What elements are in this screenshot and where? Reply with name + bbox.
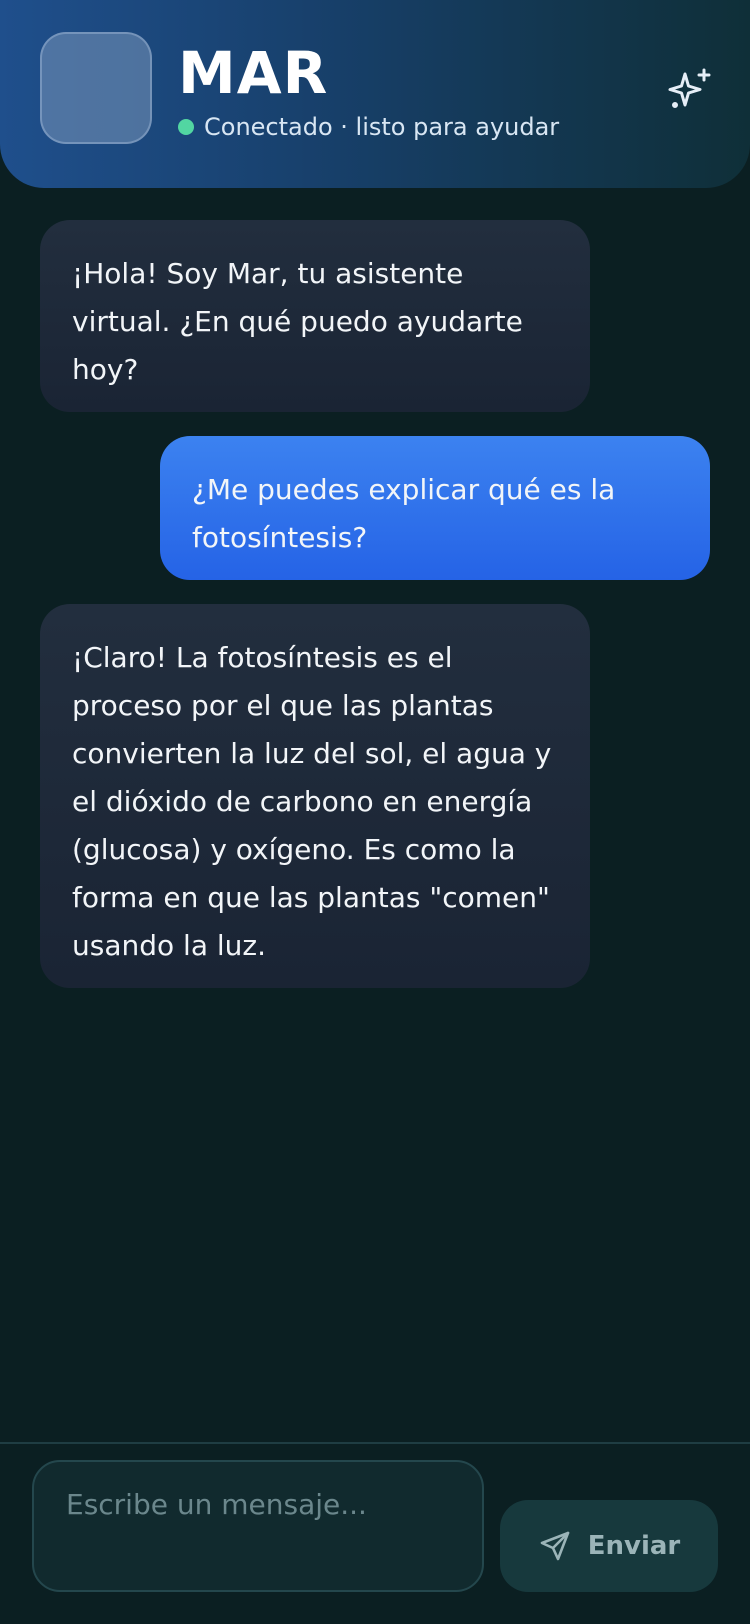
assistant-name: MAR (178, 39, 329, 107)
sparkles-icon[interactable] (664, 64, 716, 116)
online-status-dot (178, 119, 194, 135)
connection-status: Conectado · listo para ayudar (178, 110, 559, 144)
send-button[interactable]: Enviar (500, 1500, 718, 1592)
assistant-avatar (40, 32, 152, 144)
chat-app: MAR Conectado · listo para ayudar ¡Hola!… (0, 0, 750, 1624)
assistant-message: ¡Claro! La fotosíntesis es el proceso po… (40, 604, 590, 988)
status-text: Conectado · listo para ayudar (204, 113, 560, 141)
composer-divider (0, 1442, 750, 1444)
send-label: Enviar (587, 1531, 681, 1561)
message-input[interactable] (32, 1460, 484, 1592)
user-message: ¿Me puedes explicar qué es la fotosíntes… (160, 436, 710, 580)
assistant-message: ¡Hola! Soy Mar, tu asistente virtual. ¿E… (40, 220, 590, 412)
chat-header: MAR Conectado · listo para ayudar (0, 0, 750, 188)
send-icon (538, 1529, 572, 1563)
